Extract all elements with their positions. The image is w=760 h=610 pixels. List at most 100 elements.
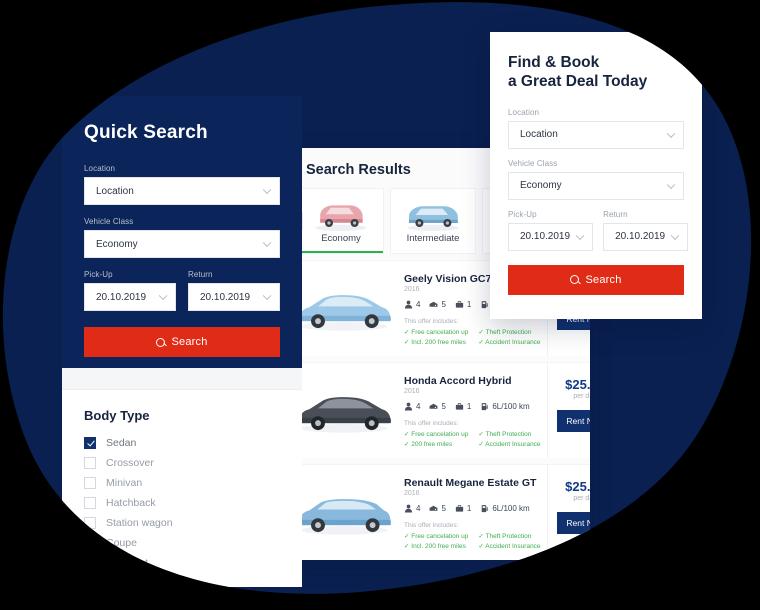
chevron-down-icon bbox=[159, 292, 167, 300]
find-and-book-title-line1: Find & Book bbox=[508, 54, 600, 71]
car-name: Honda Accord Hybrid bbox=[404, 375, 512, 387]
price: $25.00 bbox=[565, 479, 587, 494]
quick-search-vehicle-class-group: Vehicle Class Economy bbox=[84, 217, 280, 258]
search-button-label: Search bbox=[171, 336, 208, 348]
quick-search-submit-button[interactable]: Search bbox=[84, 327, 280, 357]
body-type-option-label: Sedan bbox=[106, 437, 137, 449]
includes-heading: This offer includes: bbox=[404, 318, 459, 325]
find-and-book-title: Find & Book a Great Deal Today bbox=[508, 54, 684, 92]
spec-value: 5 bbox=[441, 504, 446, 513]
class-tab-economy[interactable]: Economy bbox=[298, 188, 384, 254]
includes-grid: ✓ Free cancelation up ✓ 200 free miles ✓… bbox=[404, 430, 541, 448]
includes-grid: ✓ Free cancelation up ✓ Incl. 200 free m… bbox=[404, 328, 541, 346]
car-thumb-icon bbox=[309, 197, 373, 233]
pickup-label: Pick-Up bbox=[84, 270, 113, 279]
body-type-option-label: Station wagon bbox=[106, 517, 173, 529]
body-type-option-label: Hatchback bbox=[106, 497, 156, 509]
chevron-down-icon bbox=[263, 292, 271, 300]
return-label: Return bbox=[603, 209, 628, 219]
pickup-label: Pick-Up bbox=[508, 209, 537, 219]
vehicle-class-label: Vehicle Class bbox=[84, 217, 134, 226]
body-type-title: Body Type bbox=[84, 408, 150, 423]
door-icon bbox=[429, 300, 438, 309]
car-year: 2016 bbox=[404, 490, 420, 497]
passenger-icon bbox=[404, 300, 413, 309]
estate-car-icon bbox=[292, 487, 396, 539]
chevron-down-icon bbox=[576, 231, 584, 239]
vehicle-class-select[interactable]: Economy bbox=[508, 172, 684, 200]
pickup-group: Pick-Up 20.10.2019 bbox=[84, 270, 176, 311]
checkbox-checked-icon[interactable] bbox=[84, 437, 96, 449]
price-period: per day bbox=[573, 393, 590, 400]
include-item: ✓ Theft Protection bbox=[478, 533, 532, 540]
quick-search-title: Quick Search bbox=[84, 122, 208, 143]
include-item: ✓ Accident Insurance bbox=[478, 441, 541, 448]
vehicle-class-select[interactable]: Economy bbox=[84, 230, 280, 258]
spec-value: 5 bbox=[441, 402, 446, 411]
body-type-option-sedan[interactable]: Sedan bbox=[62, 433, 302, 453]
location-label: Location bbox=[508, 107, 540, 117]
class-tab-intermediate[interactable]: Intermediate bbox=[390, 188, 476, 254]
find-book-date-row: Pick-Up 20.10.2019 Return 20.10.2019 bbox=[508, 210, 684, 251]
checkbox-icon[interactable] bbox=[84, 457, 96, 469]
location-select[interactable]: Location bbox=[84, 177, 280, 205]
spec-fuel: 6L/100 km bbox=[480, 402, 529, 411]
body-type-option-station-wagon[interactable]: Station wagon bbox=[62, 513, 302, 533]
include-item: ✓ Accident Insurance bbox=[478, 339, 541, 346]
mockup-stage: Search Results ‹ Economy bbox=[0, 0, 760, 610]
pickup-date-select[interactable]: 20.10.2019 bbox=[84, 283, 176, 311]
body-type-option-minivan[interactable]: Minivan bbox=[62, 473, 302, 493]
location-value: Location bbox=[96, 185, 134, 197]
result-card[interactable]: Honda Accord Hybrid 2016 4 5 1 6L/100 km… bbox=[288, 362, 590, 458]
result-card[interactable]: Renault Megane Estate GT 2016 4 5 1 6L/1… bbox=[288, 464, 590, 560]
quick-search-date-row: Pick-Up 20.10.2019 Return 20.10.2019 bbox=[84, 270, 280, 311]
passenger-icon bbox=[404, 504, 413, 513]
vehicle-class-value: Economy bbox=[520, 180, 562, 192]
return-label: Return bbox=[188, 270, 213, 279]
location-label: Location bbox=[84, 164, 116, 173]
pickup-date-select[interactable]: 20.10.2019 bbox=[508, 223, 593, 251]
pickup-value: 20.10.2019 bbox=[96, 291, 147, 303]
luggage-icon bbox=[455, 402, 464, 411]
find-book-location-group: Location Location bbox=[508, 108, 684, 149]
spec-value: 1 bbox=[466, 402, 472, 411]
includes-grid: ✓ Free cancelation up ✓ Incl. 200 free m… bbox=[404, 532, 541, 550]
find-book-submit-button[interactable]: Search bbox=[508, 265, 684, 295]
return-date-select[interactable]: 20.10.2019 bbox=[188, 283, 280, 311]
fuel-icon bbox=[480, 402, 489, 411]
includes-heading: This offer includes: bbox=[404, 522, 459, 529]
chevron-down-icon bbox=[263, 186, 271, 194]
body-type-option-crossover[interactable]: Crossover bbox=[62, 453, 302, 473]
location-select[interactable]: Location bbox=[508, 121, 684, 149]
return-value: 20.10.2019 bbox=[615, 231, 666, 243]
price-column: $25.00 per day Rent Now bbox=[547, 363, 590, 458]
include-item: ✓ Incl. 200 free miles bbox=[404, 339, 466, 346]
luggage-icon bbox=[455, 504, 464, 513]
car-thumb-icon bbox=[401, 197, 465, 233]
find-book-vehicle-class-group: Vehicle Class Economy bbox=[508, 159, 684, 200]
include-item: ✓ Theft Protection bbox=[478, 431, 532, 438]
rent-now-button[interactable]: Rent Now bbox=[557, 410, 590, 432]
quick-search-panel: Quick Search Location Location Vehicle C… bbox=[62, 96, 302, 387]
spec-value: 4 bbox=[416, 300, 421, 309]
spec-luggage: 1 bbox=[455, 300, 471, 309]
pickup-group: Pick-Up 20.10.2019 bbox=[508, 210, 593, 251]
spec-luggage: 1 bbox=[455, 402, 471, 411]
checkbox-icon[interactable] bbox=[84, 477, 96, 489]
return-date-select[interactable]: 20.10.2019 bbox=[603, 223, 688, 251]
car-image bbox=[288, 465, 400, 560]
class-tab-label: Intermediate bbox=[406, 233, 460, 244]
checkbox-icon[interactable] bbox=[84, 497, 96, 509]
door-icon bbox=[429, 402, 438, 411]
rent-now-button[interactable]: Rent Now bbox=[557, 512, 590, 534]
body-type-option-hatchback[interactable]: Hatchback bbox=[62, 493, 302, 513]
return-group: Return 20.10.2019 bbox=[603, 210, 688, 251]
include-item: ✓ Accident Insurance bbox=[478, 543, 541, 550]
sedan-car-icon bbox=[292, 385, 396, 437]
spec-value: 6L/100 km bbox=[492, 504, 530, 513]
car-image bbox=[288, 363, 400, 458]
chevron-down-icon bbox=[667, 129, 675, 137]
spec-value: 4 bbox=[416, 402, 421, 411]
fuel-icon bbox=[480, 300, 489, 309]
include-item: ✓ Incl. 200 free miles bbox=[404, 543, 466, 550]
